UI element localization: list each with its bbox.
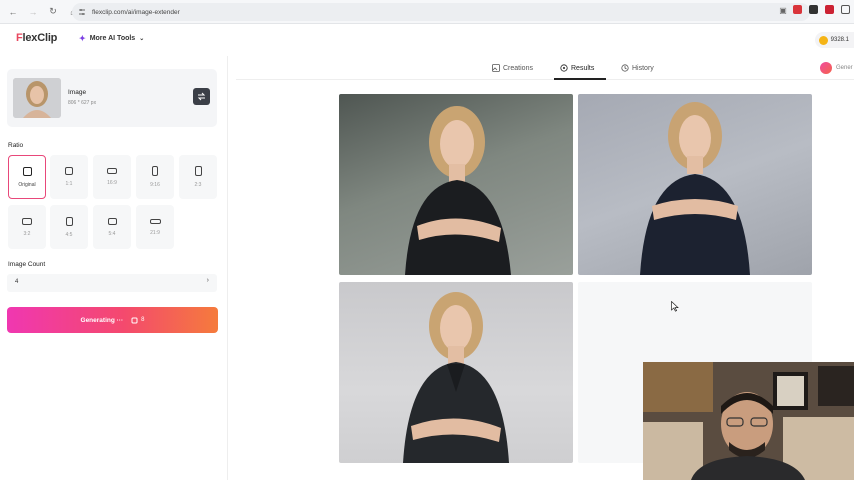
ratio-option-4-5[interactable]: 4:5 [50,205,88,249]
settings-panel: Image 806 * 627 px Ratio Original 1:1 16… [0,56,228,480]
ratio-option-original[interactable]: Original [8,155,46,199]
result-image-3[interactable] [339,282,573,463]
ratio-wide-icon [149,218,161,224]
generating-avatar-icon [820,62,832,74]
chevron-down-icon: ⌄ [139,36,145,42]
flexclip-logo[interactable]: FlexClip [16,32,57,44]
more-ai-tools-menu[interactable]: ✦ More AI Tools ⌄ [79,34,144,43]
generate-cost: 8 [131,317,144,324]
browser-toolbar: ← → ↻ ⌂ flexclip.com/ai/image-extender ▣… [0,0,854,24]
image-count-value: 4 [15,279,19,285]
result-image-1[interactable] [339,94,573,275]
credit-icon [131,317,138,323]
ratio-option-2-3[interactable]: 2:3 [179,155,217,199]
image-title: Image [68,89,87,96]
address-bar[interactable]: flexclip.com/ai/image-extender ▣ ☆ [72,3,810,21]
swap-icon [197,92,206,101]
image-count-select[interactable]: 4 › [7,274,217,292]
image-count-label: Image Count [8,261,46,268]
credits-badge[interactable]: 9328.1 [814,32,854,48]
tab-history[interactable]: History [621,64,654,72]
mouse-cursor-icon [671,301,679,312]
forward-icon[interactable]: → [26,5,40,19]
image-dimensions: 806 * 627 px [68,100,97,106]
generate-button[interactable]: Generating ··· 8 [7,307,218,333]
ratio-portrait-icon [65,216,73,226]
ratio-portrait-icon [152,166,158,176]
install-icon[interactable]: ▣ [779,6,787,15]
ratio-portrait-icon [194,166,202,176]
site-info-icon[interactable] [78,8,86,16]
extension-icon[interactable] [825,5,834,14]
ratio-landscape-icon [107,168,117,174]
extension-icon[interactable] [809,5,818,14]
ratio-landscape-icon [22,217,32,225]
image-icon [492,64,500,72]
history-icon [621,64,629,72]
credits-value: 9328.1 [830,37,849,43]
result-image-2[interactable] [578,94,812,275]
ratio-option-1-1[interactable]: 1:1 [50,155,88,199]
results-tabs: Creations Results History Gener [236,56,854,80]
tab-results[interactable]: Results [560,64,594,72]
ratio-landscape-icon [107,217,117,225]
url-text: flexclip.com/ai/image-extender [92,8,180,16]
results-icon [560,64,568,72]
ratio-option-5-4[interactable]: 5:4 [93,205,131,249]
replace-image-button[interactable] [193,88,210,105]
ratio-option-21-9[interactable]: 21:9 [136,205,174,249]
ai-tools-label: More AI Tools [89,35,136,42]
ratio-option-3-2[interactable]: 3:2 [8,205,46,249]
source-image-thumbnail [13,78,61,118]
app-header: FlexClip ✦ More AI Tools ⌄ 9328.1 [0,24,854,56]
coin-icon [818,35,828,45]
chevron-right-icon: › [206,277,209,284]
ratio-original-icon [22,166,32,176]
extension-icon[interactable] [793,5,802,14]
window-icon[interactable] [841,5,850,14]
webcam-overlay [643,362,854,480]
ratio-square-icon [65,167,73,175]
sparkle-icon: ✦ [79,34,86,43]
ratio-label: Ratio [8,142,24,149]
active-tab-indicator [554,78,606,80]
ratio-option-9-16[interactable]: 9:16 [136,155,174,199]
tab-creations[interactable]: Creations [492,64,533,72]
back-icon[interactable]: ← [6,5,20,19]
ratio-option-16-9[interactable]: 16:9 [93,155,131,199]
generation-status-chip[interactable]: Gener [820,62,853,74]
generate-button-label: Generating ··· [80,316,124,324]
reload-icon[interactable]: ↻ [46,5,60,19]
source-image-card: Image 806 * 627 px [7,69,217,127]
